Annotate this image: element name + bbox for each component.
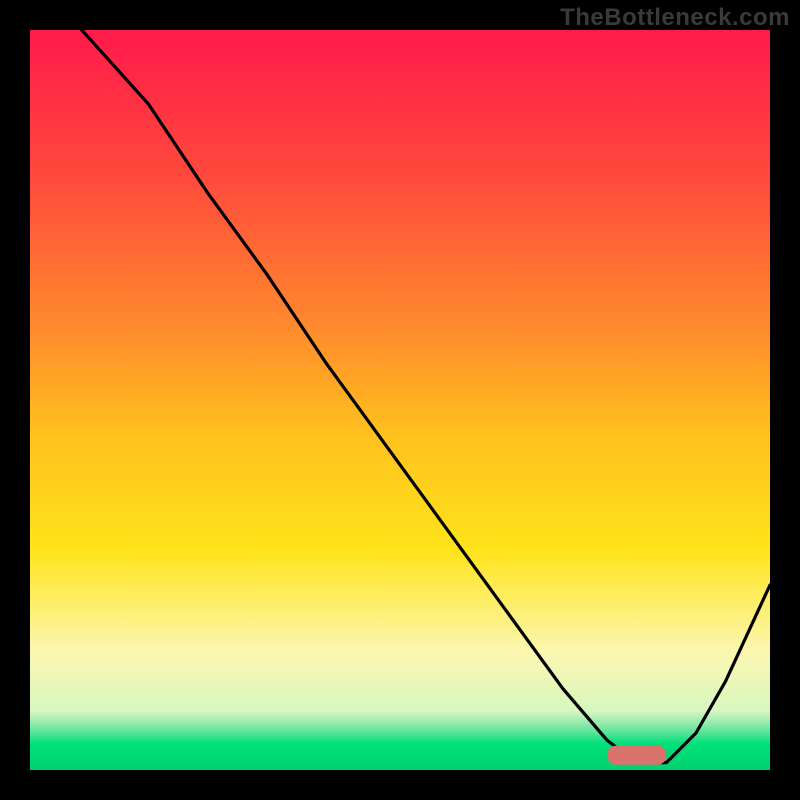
chart-frame: TheBottleneck.com — [0, 0, 800, 800]
watermark-text: TheBottleneck.com — [560, 4, 790, 32]
bottleneck-chart — [30, 30, 770, 770]
optimal-range-marker — [607, 746, 666, 765]
gradient-background — [30, 30, 770, 770]
